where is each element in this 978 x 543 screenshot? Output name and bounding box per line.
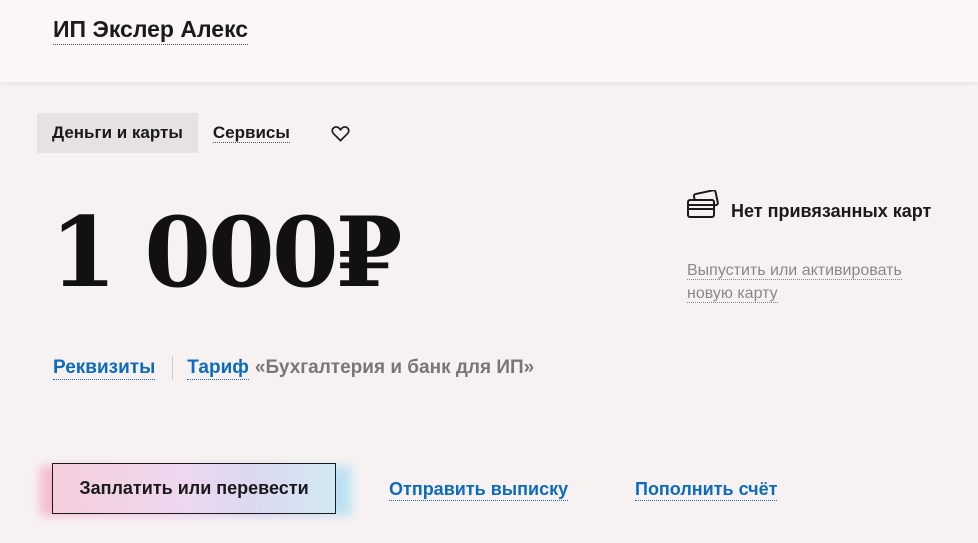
- requisites-link[interactable]: Реквизиты: [53, 357, 156, 380]
- tariff-link[interactable]: Тариф: [187, 357, 249, 380]
- heart-outline-icon[interactable]: [331, 125, 350, 142]
- no-cards-status: Нет привязанных карт: [731, 201, 932, 221]
- tab-services-label: Сервисы: [212, 123, 290, 143]
- issue-card-link[interactable]: Выпустить или активировать новую карту: [687, 259, 947, 305]
- account-details-row: Реквизиты Тариф «Бухгалтерия и банк для …: [53, 356, 534, 380]
- tab-services[interactable]: Сервисы: [198, 113, 305, 153]
- tariff-name: «Бухгалтерия и банк для ИП»: [254, 357, 535, 378]
- pay-or-transfer-button[interactable]: Заплатить или перевести: [52, 463, 336, 514]
- top-up-account-link[interactable]: Пополнить счёт: [635, 478, 778, 501]
- tab-money-and-cards[interactable]: Деньги и карты: [37, 113, 198, 153]
- send-statement-link[interactable]: Отправить выписку: [389, 478, 569, 501]
- tab-bar: Деньги и карты Сервисы: [37, 113, 305, 153]
- issue-card-label: Выпустить или активировать новую карту: [687, 262, 902, 303]
- top-header: ИП Экслер Алекс: [0, 0, 978, 82]
- company-name-switcher[interactable]: ИП Экслер Алекс: [53, 16, 249, 45]
- divider: [172, 356, 174, 380]
- cards-icon: [687, 190, 719, 218]
- balance-amount: 1 000₽: [50, 196, 402, 309]
